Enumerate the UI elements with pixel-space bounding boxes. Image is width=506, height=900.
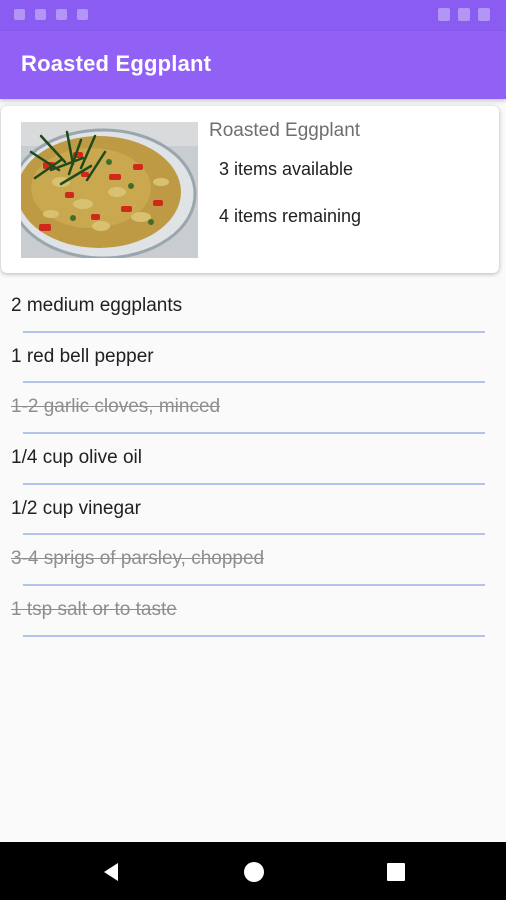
system-nav-bar <box>0 842 506 900</box>
ingredient-label: 1-2 garlic cloves, minced <box>11 396 221 418</box>
wifi-icon <box>438 8 450 21</box>
ingredient-label: 2 medium eggplants <box>11 295 183 316</box>
ingredient-item[interactable]: 1-2 garlic cloves, minced <box>0 383 506 435</box>
ingredient-item[interactable]: 1/4 cup olive oil <box>0 434 506 485</box>
recents-square-icon <box>387 863 405 881</box>
recents-button[interactable] <box>384 860 408 884</box>
recipe-name: Roasted Eggplant <box>209 120 361 141</box>
ingredient-label: 3-4 sprigs of parsley, chopped <box>11 548 265 570</box>
ingredient-label: 1 tsp salt or to taste <box>11 599 177 621</box>
ingredient-list: 2 medium eggplants 1 red bell pepper 1-2… <box>0 282 506 637</box>
status-bar <box>0 0 506 31</box>
signal-icon <box>458 8 470 21</box>
status-notification-icons <box>14 9 88 20</box>
ingredient-item[interactable]: 2 medium eggplants <box>0 282 506 333</box>
ingredient-label: 1/4 cup olive oil <box>11 447 142 469</box>
items-remaining-count: 4 items remaining <box>219 206 362 226</box>
battery-icon <box>478 8 490 21</box>
notification-icon <box>35 9 46 20</box>
home-circle-icon <box>244 862 264 882</box>
status-system-icons <box>438 8 490 21</box>
divider <box>23 634 485 637</box>
page-title: Roasted Eggplant <box>21 51 212 76</box>
notification-icon <box>14 9 25 20</box>
recipe-image <box>21 122 198 258</box>
ingredient-item[interactable]: 1/2 cup vinegar <box>0 485 506 536</box>
ingredient-item[interactable]: 1 red bell pepper <box>0 333 506 384</box>
items-available-count: 3 items available <box>219 159 354 179</box>
back-triangle-icon <box>104 863 118 881</box>
eggplant-salad-photo-icon <box>21 122 198 258</box>
ingredient-item[interactable]: 3-4 sprigs of parsley, chopped <box>0 535 506 587</box>
ingredient-label: 1 red bell pepper <box>11 345 154 367</box>
back-button[interactable] <box>99 860 123 884</box>
home-button[interactable] <box>242 860 266 884</box>
ingredient-item[interactable]: 1 tsp salt or to taste <box>0 586 506 637</box>
ingredient-label: 1/2 cup vinegar <box>11 497 141 519</box>
notification-icon <box>77 9 88 20</box>
recipe-card[interactable]: Roasted Eggplant 3 items available 4 ite… <box>1 106 499 273</box>
app-bar: Roasted Eggplant <box>0 31 506 99</box>
notification-icon <box>56 9 67 20</box>
